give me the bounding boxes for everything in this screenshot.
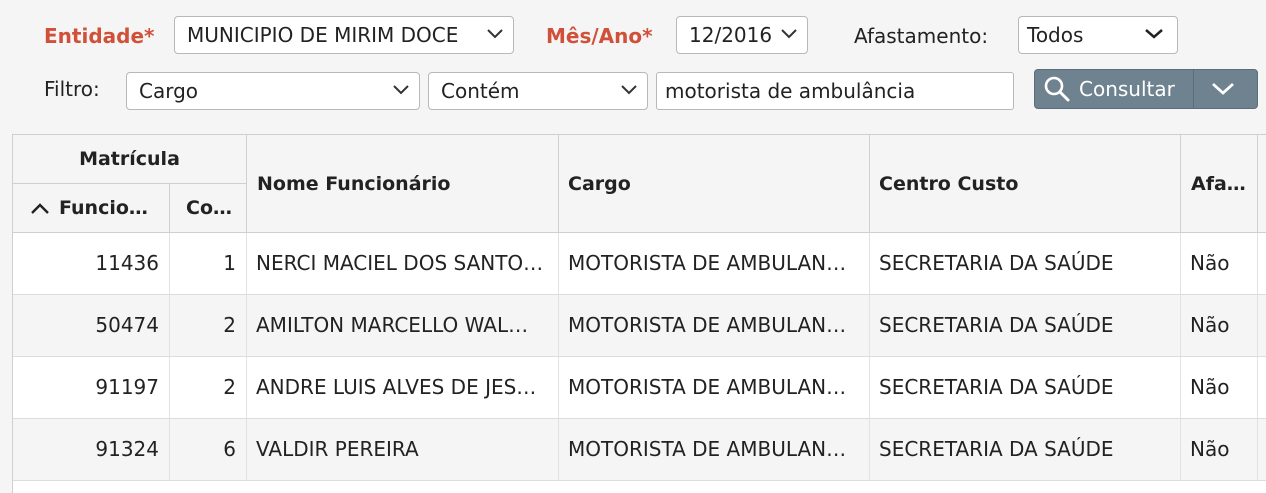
entidade-select[interactable]: MUNICIPIO DE MIRIM DOCE <box>174 16 514 54</box>
cell-afastado: Não <box>1181 295 1258 356</box>
col-header-funcionario[interactable]: Funcio… <box>13 184 170 233</box>
chevron-down-icon <box>621 73 637 95</box>
cell-afastado: Não <box>1181 357 1258 418</box>
cell-cargo: MOTORISTA DE AMBULAN… <box>559 357 870 418</box>
chevron-down-icon <box>487 17 503 39</box>
col-funcionario-label: Funcio… <box>59 197 148 219</box>
cell-cargo: MOTORISTA DE AMBULAN… <box>559 419 870 480</box>
cell-centro-custo: SECRETARIA DA SAÚDE <box>870 357 1181 418</box>
search-icon <box>1044 76 1070 102</box>
table-row[interactable]: 91197 2 ANDRE LUIS ALVES DE JES… MOTORISTA … <box>13 357 1266 419</box>
cell-nome: NERCI MACIEL DOS SANTO… <box>247 233 559 294</box>
cell-contrato: 2 <box>170 295 247 356</box>
consultar-button[interactable]: Consultar <box>1034 69 1258 109</box>
consultar-label: Consultar <box>1079 77 1175 101</box>
cell-nome: VALDIR PEREIRA <box>247 419 559 480</box>
filtro-operator-value: Contém <box>441 79 520 103</box>
cell-centro-custo: SECRETARIA DA SAÚDE <box>870 295 1181 356</box>
cell-cargo: MOTORISTA DE AMBULAN… <box>559 233 870 294</box>
cell-afastado: Não <box>1181 419 1258 480</box>
cell-centro-custo: SECRETARIA DA SAÚDE <box>870 419 1181 480</box>
cell-afastado: Não <box>1181 233 1258 294</box>
afastamento-select[interactable]: Todos <box>1018 16 1178 54</box>
cell-cargo: MOTORISTA DE AMBULAN… <box>559 295 870 356</box>
chevron-up-icon <box>31 202 49 214</box>
filtro-search-input[interactable]: motorista de ambulância <box>656 72 1014 110</box>
table-row[interactable]: 11436 1 NERCI MACIEL DOS SANTO… MOTORISTA D… <box>13 233 1266 295</box>
filtro-label: Filtro: <box>44 77 100 101</box>
header-filler <box>1258 135 1266 233</box>
cell-contrato: 2 <box>170 357 247 418</box>
cell-contrato: 1 <box>170 233 247 294</box>
afastamento-value: Todos <box>1027 23 1084 47</box>
col-header-nome[interactable]: Nome Funcionário <box>247 135 559 233</box>
cell-nome: ANDRE LUIS ALVES DE JES… <box>247 357 559 418</box>
entidade-value: MUNICIPIO DE MIRIM DOCE <box>187 23 459 47</box>
entidade-label: Entidade* <box>44 24 155 48</box>
chevron-down-icon <box>393 73 409 95</box>
mesano-value: 12/2016 <box>689 23 773 47</box>
chevron-down-icon <box>1145 17 1163 39</box>
col-header-contrato[interactable]: Co… <box>170 184 247 233</box>
cell-nome: AMILTON MARCELLO WAL… <box>247 295 559 356</box>
cell-funcionario: 91197 <box>13 357 170 418</box>
filtro-field-select[interactable]: Cargo <box>126 72 420 110</box>
consultar-main[interactable]: Consultar <box>1035 70 1193 108</box>
employees-grid: Matrícula Funcio… Co… Nome Funcionário C… <box>12 134 1266 493</box>
mesano-label: Mês/Ano* <box>546 24 653 48</box>
filtro-operator-select[interactable]: Contém <box>428 72 648 110</box>
cell-funcionario: 50474 <box>13 295 170 356</box>
cell-funcionario: 11436 <box>13 233 170 294</box>
filtro-field-value: Cargo <box>139 79 199 103</box>
table-row[interactable]: 50474 2 AMILTON MARCELLO WAL… MOTORISTA DE … <box>13 295 1266 357</box>
matricula-group-header: Matrícula <box>13 135 247 184</box>
consultar-dropdown-toggle[interactable] <box>1192 70 1252 108</box>
chevron-down-icon <box>1211 82 1234 95</box>
cell-contrato: 6 <box>170 419 247 480</box>
mesano-select[interactable]: 12/2016 <box>676 16 808 54</box>
col-header-cargo[interactable]: Cargo <box>559 135 870 233</box>
cell-centro-custo: SECRETARIA DA SAÚDE <box>870 233 1181 294</box>
table-row[interactable]: 91324 6 VALDIR PEREIRA MOTORISTA DE AMBULAN… <box>13 419 1266 481</box>
col-header-afastado[interactable]: Afa… <box>1181 135 1258 233</box>
cell-funcionario: 91324 <box>13 419 170 480</box>
afastamento-label: Afastamento: <box>854 24 989 48</box>
chevron-down-icon <box>781 17 797 39</box>
col-header-centro-custo[interactable]: Centro Custo <box>870 135 1181 233</box>
